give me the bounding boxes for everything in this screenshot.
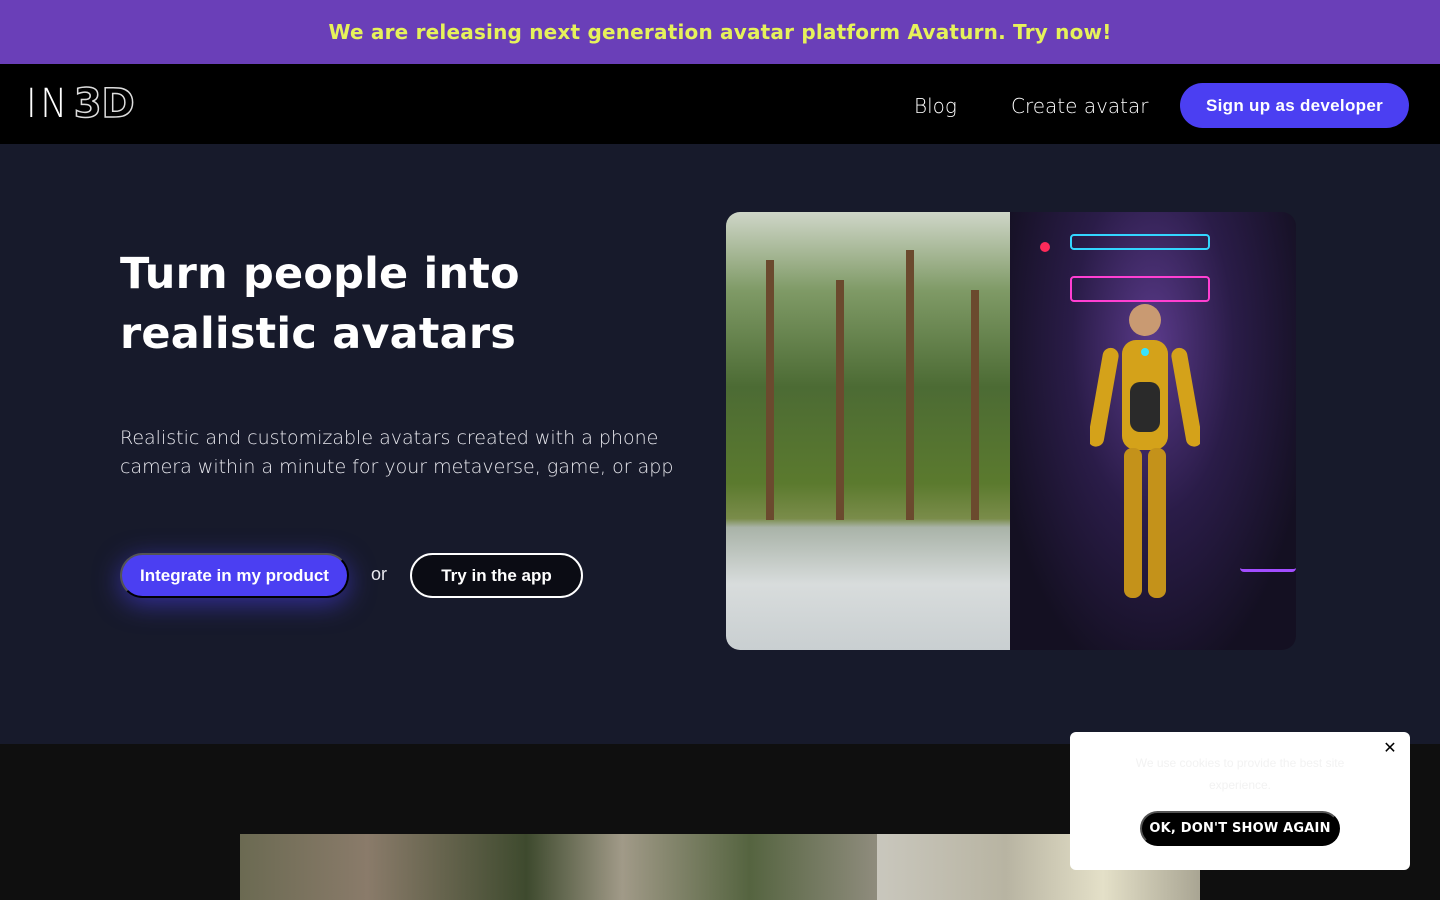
tree-trunk (906, 250, 914, 520)
logo-in: IN (26, 81, 71, 127)
tree-trunk (766, 260, 774, 520)
try-in-app-button[interactable]: Try in the app (410, 553, 583, 598)
or-text: or (371, 564, 388, 584)
cookie-accept-button[interactable]: OK, DON'T SHOW AGAIN (1140, 811, 1340, 846)
top-navigation: IN 3D Blog Create avatar Sign up as deve… (0, 64, 1440, 144)
close-icon[interactable]: ✕ (1382, 740, 1398, 756)
neon-light (1040, 242, 1050, 252)
real-scene-image (726, 212, 1010, 650)
announcement-bar[interactable]: We are releasing next generation avatar … (0, 0, 1440, 64)
in3d-logo[interactable]: IN 3D (26, 80, 136, 128)
cookie-banner: ✕ We use cookies to provide the best sit… (1070, 732, 1410, 870)
tree-trunk (836, 280, 844, 520)
nav-link-create-avatar[interactable]: Create avatar (1011, 94, 1148, 118)
avatar-scene-image (1010, 212, 1296, 650)
announcement-text[interactable]: We are releasing next generation avatar … (328, 20, 1111, 44)
logo-3d: 3D (73, 80, 136, 128)
second-demo-video[interactable] (240, 834, 1200, 900)
hero-section: Turn people into realistic avatars Reali… (0, 144, 1440, 744)
hero-subtitle: Realistic and customizable avatars creat… (120, 427, 674, 478)
hero-demo-video[interactable] (726, 212, 1296, 650)
tree-trunk (971, 290, 979, 520)
integrate-product-button[interactable]: Integrate in my product (120, 553, 349, 598)
nav-link-blog[interactable]: Blog (914, 94, 957, 118)
neon-strip (1240, 512, 1296, 572)
hero-title: Turn people into realistic avatars (120, 249, 520, 359)
neon-sign (1070, 234, 1210, 250)
real-street-image (240, 834, 877, 900)
avatar-figure (1090, 304, 1200, 598)
sign-up-developer-button[interactable]: Sign up as developer (1180, 83, 1409, 128)
cookie-message: We use cookies to provide the best site … (1135, 756, 1345, 792)
